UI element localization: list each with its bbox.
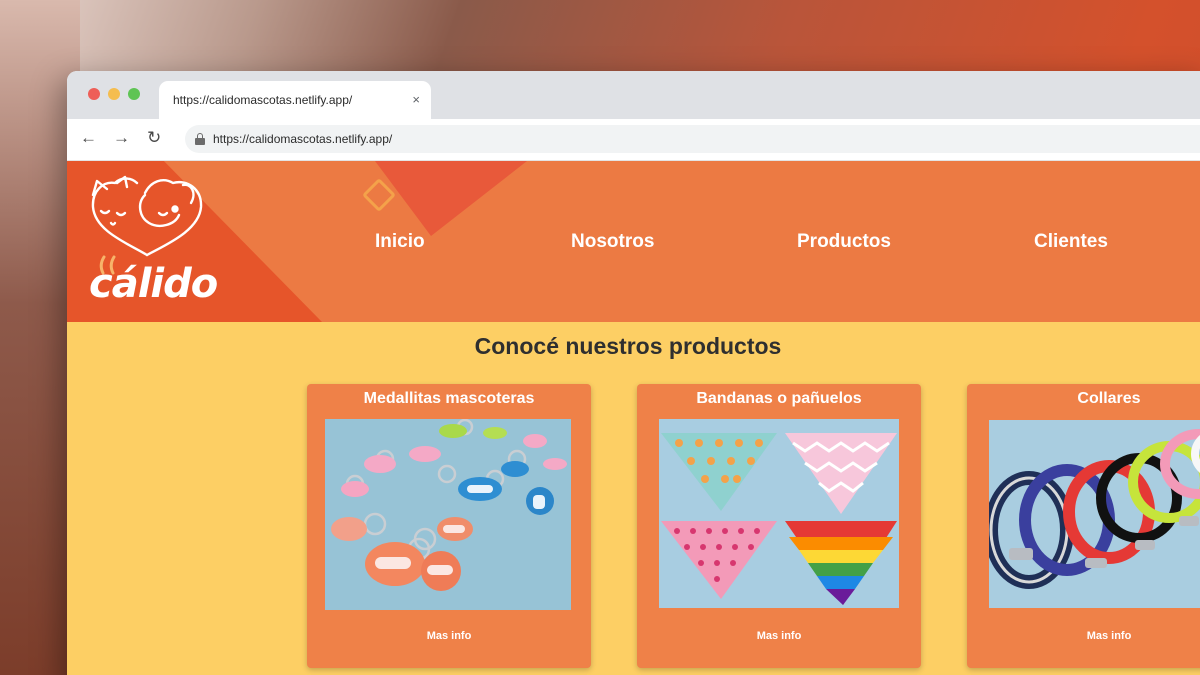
browser-window: https://calidomascotas.netlify.app/ × ← … bbox=[67, 71, 1200, 675]
collars-photo[interactable] bbox=[989, 420, 1200, 608]
url-text: https://calidomascotas.netlify.app/ bbox=[213, 132, 393, 146]
reload-icon[interactable]: ↻ bbox=[147, 128, 161, 148]
lock-icon bbox=[195, 133, 205, 145]
product-card-medallitas: Medallitas mascoteras Mas info bbox=[307, 384, 591, 668]
decorative-diamond bbox=[362, 178, 396, 212]
product-title: Medallitas mascoteras bbox=[363, 390, 535, 407]
cat-dog-heart-logo-icon[interactable] bbox=[87, 173, 207, 263]
web-page: cálido Inicio Nosotros Productos Cliente… bbox=[67, 161, 1200, 675]
address-bar[interactable]: https://calidomascotas.netlify.app/ bbox=[185, 125, 1200, 153]
nav-productos[interactable]: Productos bbox=[797, 231, 891, 253]
tab-bar: https://calidomascotas.netlify.app/ × bbox=[67, 71, 1200, 119]
product-card-collares: Collares Mas info bbox=[967, 384, 1200, 668]
back-arrow-icon[interactable]: ← bbox=[80, 128, 97, 148]
pet-tags-photo[interactable] bbox=[325, 419, 571, 610]
browser-tab[interactable]: https://calidomascotas.netlify.app/ × bbox=[159, 81, 431, 119]
close-window-button[interactable] bbox=[88, 88, 100, 100]
minimize-window-button[interactable] bbox=[108, 88, 120, 100]
logo-wordmark[interactable]: cálido bbox=[89, 261, 218, 307]
nav-inicio[interactable]: Inicio bbox=[375, 231, 425, 253]
browser-toolbar: ← → ↻ https://calidomascotas.netlify.app… bbox=[67, 119, 1200, 161]
mas-info-link[interactable]: Mas info bbox=[967, 630, 1200, 642]
nav-clientes[interactable]: Clientes bbox=[1034, 231, 1108, 253]
tab-close-icon[interactable]: × bbox=[412, 92, 420, 107]
maximize-window-button[interactable] bbox=[128, 88, 140, 100]
section-title: Conocé nuestros productos bbox=[474, 333, 782, 359]
forward-arrow-icon[interactable]: → bbox=[113, 128, 130, 148]
mas-info-link[interactable]: Mas info bbox=[307, 630, 591, 642]
product-title: Collares bbox=[1077, 390, 1141, 407]
bandanas-photo[interactable] bbox=[659, 419, 899, 608]
product-card-bandanas: Bandanas o pañuelos Mas info bbox=[637, 384, 921, 668]
tab-title: https://calidomascotas.netlify.app/ bbox=[173, 93, 353, 107]
nav-nosotros[interactable]: Nosotros bbox=[571, 231, 654, 253]
product-title: Bandanas o pañuelos bbox=[696, 390, 862, 407]
mas-info-link[interactable]: Mas info bbox=[637, 630, 921, 642]
site-header: cálido Inicio Nosotros Productos Cliente… bbox=[67, 161, 1200, 322]
